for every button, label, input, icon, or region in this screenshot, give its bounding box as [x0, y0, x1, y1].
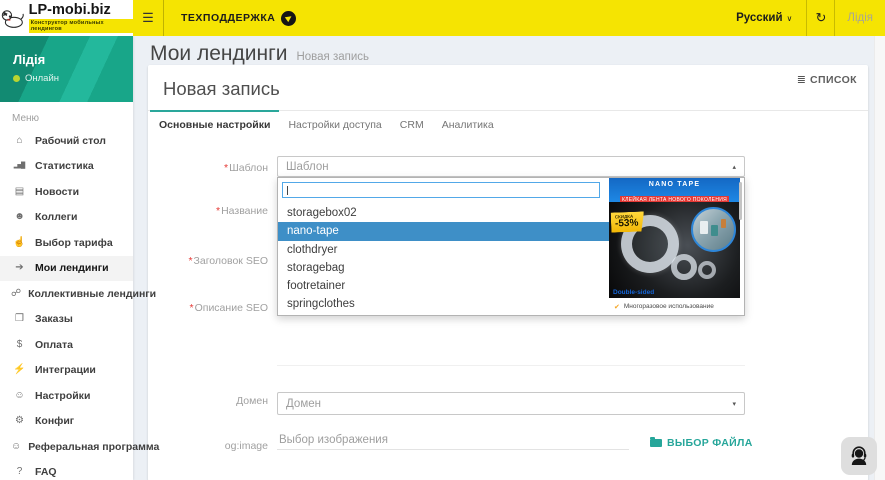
option-storagebox02[interactable]: storagebox02	[278, 204, 609, 222]
sidebar-item-orders[interactable]: ❒ Заказы	[0, 307, 133, 333]
form-card: ≣ СПИСОК Новая запись Основные настройки…	[148, 65, 868, 480]
og-image-input[interactable]: Выбор изображения	[277, 430, 629, 450]
sidebar-item-integrations[interactable]: ⚡ Интеграции	[0, 358, 133, 384]
sidebar-item-collective-landings[interactable]: ☍ Коллективные лендинги	[0, 281, 133, 307]
template-options-list: storagebox02 nano-tape clothdryer storag…	[278, 204, 609, 314]
tab-crm[interactable]: CRM	[391, 111, 433, 140]
hand-pointer-icon: ☝	[11, 238, 27, 248]
logo-subtitle: Конструктор мобильных лендингов	[29, 19, 133, 33]
sidebar-item-faq[interactable]: ? FAQ	[0, 460, 133, 480]
logo-title: LP-mobi.biz	[29, 3, 111, 18]
seo-description-underline	[277, 365, 745, 366]
chevron-up-icon: ▴	[732, 163, 736, 171]
dashboard-icon: ⌂	[11, 136, 27, 146]
option-clothdryer[interactable]: clothdryer	[278, 241, 609, 259]
preview-feature-row: ✔ Многоразовое использование	[609, 298, 740, 315]
dropdown-scrollbar[interactable]	[739, 182, 742, 220]
chevron-down-icon: ▾	[732, 400, 736, 408]
option-storagebag[interactable]: storagebag	[278, 259, 609, 277]
app-window: LP-mobi.biz Конструктор мобильных лендин…	[0, 0, 885, 480]
headset-icon	[847, 444, 871, 468]
template-dropdown-panel: storagebox02 nano-tape clothdryer storag…	[277, 177, 745, 316]
template-select[interactable]: Шаблон ▴	[277, 156, 745, 177]
question-icon: ?	[11, 467, 27, 477]
cart-icon: ❒	[11, 314, 27, 324]
hamburger-menu-icon[interactable]: ☰	[133, 0, 163, 36]
sidebar: Лідія Онлайн Меню ⌂ Рабочий стол ▂▅█ Ста…	[0, 36, 133, 480]
sidebar-item-config[interactable]: ⚙ Конфиг	[0, 409, 133, 435]
sidebar-item-referral[interactable]: ☺ Реферальная программа	[0, 434, 133, 460]
sidebar-item-settings[interactable]: ☺ Настройки	[0, 383, 133, 409]
template-label: *Шаблон	[148, 162, 268, 174]
usage-inset-photo	[691, 207, 736, 252]
preview-caption: Double-sided	[613, 289, 654, 296]
tab-main-settings[interactable]: Основные настройки	[150, 111, 279, 140]
card-title: Новая запись	[163, 78, 280, 100]
sidebar-item-payment[interactable]: $ Оплата	[0, 332, 133, 358]
tab-analytics[interactable]: Аналитика	[433, 111, 503, 140]
sidebar-item-my-landings[interactable]: ➔ Мои лендинги	[0, 256, 133, 282]
support-label: ТЕХПОДДЕРЖКА	[181, 12, 275, 24]
domain-label: Домен	[148, 395, 268, 407]
discount-badge: СКИДКА -53%	[611, 211, 645, 232]
newspaper-icon: ▤	[11, 187, 27, 197]
online-status-label: Онлайн	[25, 73, 59, 84]
menu-section-label: Меню	[12, 113, 133, 124]
language-selector[interactable]: Русский ∨	[722, 0, 806, 36]
preview-product-image: СКИДКА -53% Double-sided	[609, 202, 740, 298]
sidebar-item-colleagues[interactable]: ☻ Коллеги	[0, 205, 133, 231]
og-image-label: og:image	[148, 440, 268, 452]
check-icon: ✔	[614, 303, 620, 311]
plug-icon: ⚡	[11, 365, 27, 375]
sidebar-item-news[interactable]: ▤ Новости	[0, 179, 133, 205]
option-footretainer[interactable]: footretainer	[278, 277, 609, 295]
bar-chart-icon: ▂▅█	[11, 163, 27, 169]
dollar-icon: $	[11, 340, 27, 350]
user-icon: ☺	[11, 391, 27, 401]
share-icon: ☍	[11, 289, 20, 299]
preview-title: NANO TAPE	[609, 181, 740, 188]
breadcrumb: Мои лендинги Новая запись	[150, 42, 369, 66]
list-button[interactable]: ≣ СПИСОК	[797, 74, 857, 86]
chevron-down-icon: ∨	[787, 14, 793, 23]
dropdown-search-input[interactable]	[282, 182, 600, 198]
option-springclothes[interactable]: springclothes	[278, 295, 609, 313]
name-label: *Название	[148, 205, 268, 217]
rocket-icon: ➔	[11, 263, 27, 273]
list-icon: ≣	[797, 75, 806, 86]
template-preview: NANO TAPE КЛЕЙКАЯ ЛЕНТА НОВОГО ПОКОЛЕНИЯ…	[609, 178, 740, 315]
header-username[interactable]: Лідія	[835, 0, 885, 36]
preview-header: NANO TAPE КЛЕЙКАЯ ЛЕНТА НОВОГО ПОКОЛЕНИЯ	[609, 178, 740, 202]
option-nano-tape[interactable]: nano-tape	[278, 222, 609, 240]
refresh-icon[interactable]: ↻	[807, 0, 834, 36]
top-header-bar: LP-mobi.biz Конструктор мобильных лендин…	[0, 0, 885, 36]
sidebar-item-dashboard[interactable]: ⌂ Рабочий стол	[0, 128, 133, 154]
page-scrollbar[interactable]	[874, 36, 885, 480]
logo[interactable]: LP-mobi.biz Конструктор мобильных лендин…	[0, 0, 133, 36]
dog-logo-icon	[0, 8, 25, 29]
user-plus-icon: ☺	[11, 442, 20, 452]
seo-description-label: *Описание SEO	[148, 302, 268, 314]
seo-title-label: *Заголовок SEO	[148, 255, 268, 267]
text-cursor	[287, 186, 288, 195]
telegram-icon	[281, 11, 296, 26]
users-icon: ☻	[11, 212, 27, 222]
page-title: Мои лендинги	[150, 42, 287, 66]
main-content: Мои лендинги Новая запись ≣ СПИСОК Новая…	[133, 36, 885, 480]
tab-access-settings[interactable]: Настройки доступа	[279, 111, 390, 140]
sidebar-profile: Лідія Онлайн	[0, 36, 133, 102]
header-divider	[163, 0, 164, 36]
online-status-dot	[13, 75, 20, 82]
sidebar-item-tariff[interactable]: ☝ Выбор тарифа	[0, 230, 133, 256]
tab-bar: Основные настройки Настройки доступа CRM…	[148, 110, 868, 140]
sidebar-item-statistics[interactable]: ▂▅█ Статистика	[0, 154, 133, 180]
gears-icon: ⚙	[11, 416, 27, 426]
domain-select[interactable]: Домен ▾	[277, 392, 745, 415]
support-chat-widget[interactable]	[841, 437, 877, 475]
page-subtitle: Новая запись	[296, 51, 369, 63]
support-button[interactable]: ТЕХПОДДЕРЖКА	[181, 0, 296, 36]
folder-icon	[650, 439, 662, 447]
choose-file-button[interactable]: ВЫБОР ФАЙЛА	[650, 437, 753, 449]
profile-name: Лідія	[13, 52, 45, 67]
